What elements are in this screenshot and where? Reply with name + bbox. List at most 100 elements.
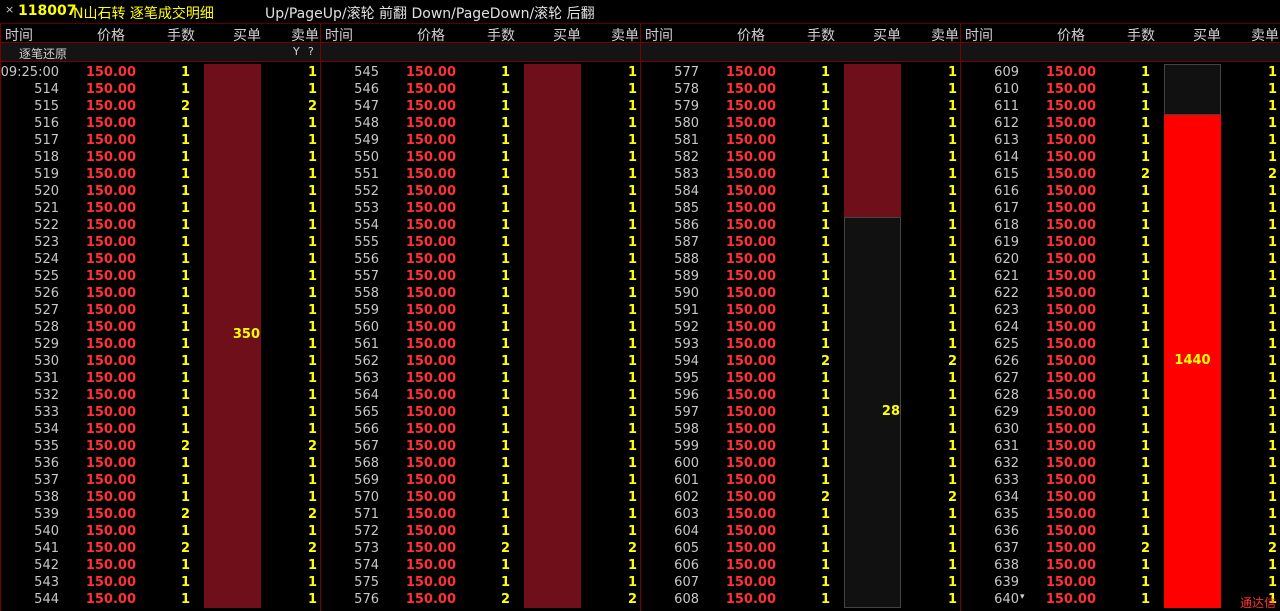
trade-row[interactable]: 586 150.00 1 1 [641,217,961,234]
column-header-sell[interactable]: 卖单 [611,25,639,45]
trade-row[interactable]: 532 150.00 1 1 [1,387,321,404]
trade-row[interactable]: 548 150.00 1 1 [321,115,641,132]
trade-row[interactable]: 539 150.00 2 2 [1,506,321,523]
trade-row[interactable]: 578 150.00 1 1 [641,81,961,98]
trade-row[interactable]: 546 150.00 1 1 [321,81,641,98]
trade-row[interactable]: 630 150.00 1 1 [961,421,1280,438]
column-header-sell[interactable]: 卖单 [291,25,319,45]
trade-row[interactable]: 582 150.00 1 1 [641,149,961,166]
trade-row[interactable]: 609 150.00 1 1 [961,64,1280,81]
trade-row[interactable]: 607 150.00 1 1 [641,574,961,591]
trade-row[interactable]: 516 150.00 1 1 [1,115,321,132]
trade-row[interactable]: 584 150.00 1 1 [641,183,961,200]
trade-row[interactable]: 610 150.00 1 1 [961,81,1280,98]
column-header-buy[interactable]: 买单 [873,25,901,45]
trade-row[interactable]: 536 150.00 1 1 [1,455,321,472]
trade-row[interactable]: 535 150.00 2 2 [1,438,321,455]
trade-row[interactable]: 555 150.00 1 1 [321,234,641,251]
trade-row[interactable]: 542 150.00 1 1 [1,557,321,574]
trade-row[interactable]: 562 150.00 1 1 [321,353,641,370]
trade-row[interactable]: 530 150.00 1 1 [1,353,321,370]
trade-row[interactable]: 612 150.00 1 1 [961,115,1280,132]
trade-row[interactable]: 635 150.00 1 1 [961,506,1280,523]
scroll-down-icon[interactable]: ▾ [1020,592,1025,602]
column-header-time[interactable]: 时间 [645,25,673,45]
column-header-qty[interactable]: 手数 [167,25,195,45]
brand-link[interactable]: 通达信 [1240,594,1276,611]
trade-row[interactable]: 605 150.00 1 1 [641,540,961,557]
trade-row[interactable]: 553 150.00 1 1 [321,200,641,217]
trade-row[interactable]: 633 150.00 1 1 [961,472,1280,489]
trade-row[interactable]: 568 150.00 1 1 [321,455,641,472]
trade-row[interactable]: 628 150.00 1 1 [961,387,1280,404]
trade-row[interactable]: 602 150.00 2 2 [641,489,961,506]
trade-row[interactable]: 541 150.00 2 2 [1,540,321,557]
column-header-price[interactable]: 价格 [1057,25,1085,45]
trade-row[interactable]: 632 150.00 1 1 [961,455,1280,472]
trade-row[interactable]: 585 150.00 1 1 [641,200,961,217]
trade-row[interactable]: 587 150.00 1 1 [641,234,961,251]
trade-row[interactable]: 592 150.00 1 1 [641,319,961,336]
trade-row[interactable]: 638 150.00 1 1 [961,557,1280,574]
trade-row[interactable]: 531 150.00 1 1 [1,370,321,387]
column-header-buy[interactable]: 买单 [553,25,581,45]
trade-row[interactable]: 574 150.00 1 1 [321,557,641,574]
trade-row[interactable]: 611 150.00 1 1 [961,98,1280,115]
trade-row[interactable]: 624 150.00 1 1 [961,319,1280,336]
trade-row[interactable]: 538 150.00 1 1 [1,489,321,506]
trade-row[interactable]: 09:25:00 150.00 1 1 [1,64,321,81]
trade-row[interactable]: 571 150.00 1 1 [321,506,641,523]
trade-row[interactable]: 534 150.00 1 1 [1,421,321,438]
column-header-qty[interactable]: 手数 [807,25,835,45]
trade-row[interactable]: 567 150.00 1 1 [321,438,641,455]
trade-row[interactable]: 569 150.00 1 1 [321,472,641,489]
trade-row[interactable]: 514 150.00 1 1 [1,81,321,98]
trade-row[interactable]: 551 150.00 1 1 [321,166,641,183]
trade-row[interactable]: 623 150.00 1 1 [961,302,1280,319]
trade-row[interactable]: 545 150.00 1 1 [321,64,641,81]
column-header-qty[interactable]: 手数 [487,25,515,45]
trade-row[interactable]: 528 150.00 1 1 [1,319,321,336]
trade-row[interactable]: 521 150.00 1 1 [1,200,321,217]
trade-row[interactable]: 636 150.00 1 1 [961,523,1280,540]
trade-row[interactable]: 559 150.00 1 1 [321,302,641,319]
trade-row[interactable]: 631 150.00 1 1 [961,438,1280,455]
trade-row[interactable]: 604 150.00 1 1 [641,523,961,540]
trade-row[interactable]: 615 150.00 2 2 [961,166,1280,183]
trade-row[interactable]: 557 150.00 1 1 [321,268,641,285]
trade-row[interactable]: 639 150.00 1 1 [961,574,1280,591]
trade-row[interactable]: 618 150.00 1 1 [961,217,1280,234]
column-header-sell[interactable]: 卖单 [1251,25,1279,45]
trade-row[interactable]: 550 150.00 1 1 [321,149,641,166]
trade-row[interactable]: 544 150.00 1 1 [1,591,321,608]
trade-row[interactable]: 608 150.00 1 1 [641,591,961,608]
trade-row[interactable]: 529 150.00 1 1 [1,336,321,353]
trade-row[interactable]: 533 150.00 1 1 [1,404,321,421]
trade-row[interactable]: 588 150.00 1 1 [641,251,961,268]
column-header-time[interactable]: 时间 [965,25,993,45]
trade-row[interactable]: 597 150.00 1 1 [641,404,961,421]
column-header-buy[interactable]: 买单 [233,25,261,45]
column-header-price[interactable]: 价格 [737,25,765,45]
trade-row[interactable]: 552 150.00 1 1 [321,183,641,200]
trade-row[interactable]: 640 150.00 1 1 ▾ [961,591,1280,608]
trade-row[interactable]: 547 150.00 1 1 [321,98,641,115]
trade-row[interactable]: 579 150.00 1 1 [641,98,961,115]
trade-row[interactable]: 573 150.00 2 2 [321,540,641,557]
trade-row[interactable]: 524 150.00 1 1 [1,251,321,268]
trade-row[interactable]: 598 150.00 1 1 [641,421,961,438]
trade-row[interactable]: 599 150.00 1 1 [641,438,961,455]
trade-row[interactable]: 540 150.00 1 1 [1,523,321,540]
trade-detail-panels[interactable]: 时间 价格 手数 买单 卖单 逐笔还原 Y? 350 09:25:00 150.00 1 1 514 15… [0,24,1280,611]
trade-row[interactable]: 519 150.00 1 1 [1,166,321,183]
column-header-buy[interactable]: 买单 [1193,25,1221,45]
trade-row[interactable]: 625 150.00 1 1 [961,336,1280,353]
trade-row[interactable]: 518 150.00 1 1 [1,149,321,166]
trade-row[interactable]: 620 150.00 1 1 [961,251,1280,268]
trade-row[interactable]: 575 150.00 1 1 [321,574,641,591]
trade-row[interactable]: 600 150.00 1 1 [641,455,961,472]
trade-row[interactable]: 581 150.00 1 1 [641,132,961,149]
trade-row[interactable]: 520 150.00 1 1 [1,183,321,200]
trade-row[interactable]: 614 150.00 1 1 [961,149,1280,166]
column-header-time[interactable]: 时间 [325,25,353,45]
